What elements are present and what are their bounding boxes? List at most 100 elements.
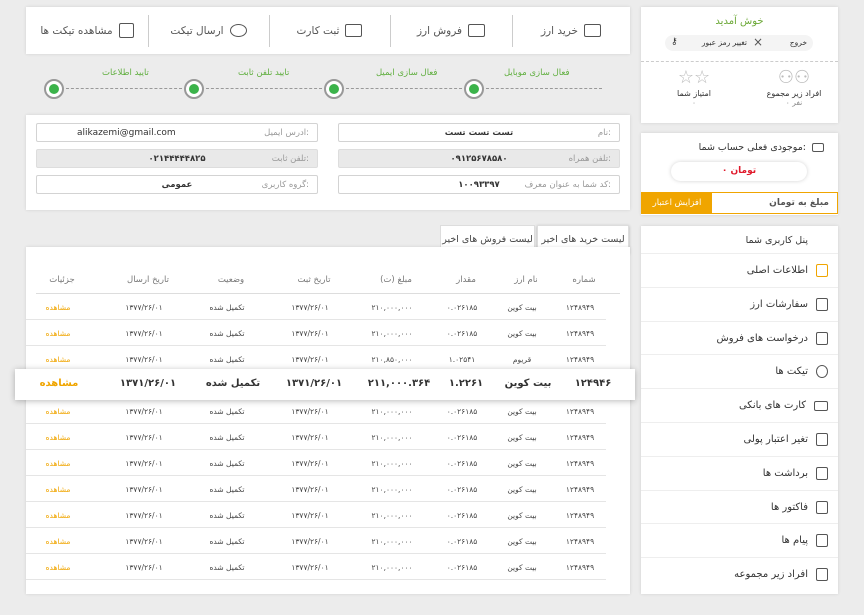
landline-value: ۰۲۱۴۴۴۴۴۸۲۵: [148, 153, 206, 164]
top-up-button[interactable]: افزایش اعتبار: [642, 193, 712, 213]
view-details-link[interactable]: مشاهده: [46, 433, 71, 442]
referral-code-field[interactable]: کد شما به عنوان معرف: ۱۰۰۹۳۳۹۷: [338, 175, 620, 194]
sidebar-item-withdrawals[interactable]: برداشت ها: [641, 455, 838, 490]
points-value: ۰: [691, 98, 697, 107]
balance-card: موجودی فعلی حساب شما: ۰ تومان مبلغ به تو…: [641, 133, 838, 215]
step-dot-confirm-info: [44, 79, 64, 99]
chat-bubble-icon: [816, 365, 828, 379]
credit-card-icon: [345, 24, 363, 37]
view-details-link[interactable]: مشاهده: [46, 511, 71, 520]
sidebar-item-sell-requests[interactable]: درخواست های فروش: [641, 320, 838, 355]
sidebar-item-tickets[interactable]: تیکت ها: [641, 354, 838, 388]
buy-currency-button[interactable]: خرید ارز: [512, 7, 630, 54]
view-details-link[interactable]: مشاهده: [46, 407, 71, 416]
sidebar-item-label: فاکتور ها: [770, 501, 808, 513]
balance-amount: ۰ تومان: [671, 162, 807, 181]
view-details-link[interactable]: مشاهده: [46, 563, 71, 572]
cell-register-date: ۱۳۷۷/۲۶/۰۱: [291, 511, 329, 520]
cell-status: تکمیل شده: [209, 329, 245, 338]
cell-send-date: ۱۳۷۷/۲۶/۰۱: [125, 303, 163, 312]
step-label-confirm-info: تایید اطلاعات: [102, 68, 149, 78]
table-row[interactable]: ۱۲۴۸۹۴۹ بیت کوین ۰.۰۲۶۱۸۵ ۲۱۰,۰۰۰,۰۰۰ ۱۳۷۷/۲…: [26, 320, 606, 346]
table-row[interactable]: ۱۲۴۸۹۴۹ بیت کوین ۰.۰۲۶۱۸۵ ۲۱۰,۰۰۰,۰۰۰ ۱۳۷۷/۲…: [26, 450, 606, 476]
register-card-button[interactable]: ثبت کارت: [269, 7, 390, 54]
user-group-field[interactable]: گروه کاربری: عمومی: [36, 175, 318, 194]
name-field[interactable]: نام: تست تست تست: [338, 123, 620, 142]
points-label: امتیاز شما: [677, 89, 711, 98]
sidebar-item-bank-cards[interactable]: کارت های بانکی: [641, 388, 838, 422]
table-row[interactable]: ۱۲۴۸۹۴۹ بیت کوین ۰.۰۲۶۱۸۵ ۲۱۰,۰۰۰,۰۰۰ ۱۳۷۷/۲…: [26, 294, 606, 320]
cell-send-date: ۱۳۷۷/۲۶/۰۱: [125, 459, 163, 468]
cell-currency: بیت کوین: [507, 563, 537, 572]
register-card-label: ثبت کارت: [296, 24, 340, 37]
sidebar-item-messages[interactable]: پیام ها: [641, 523, 838, 557]
cell-currency: بیت کوین: [507, 303, 537, 312]
cell-status: تکمیل شده: [209, 563, 245, 572]
referrals-label: افراد زیر مجموع: [766, 89, 822, 98]
sidebar-item-label: سفارشات ارز: [750, 298, 808, 310]
view-details-link[interactable]: مشاهده: [40, 378, 79, 389]
view-details-link[interactable]: مشاهده: [46, 459, 71, 468]
step-label-mobile: فعال سازی موبایل: [504, 68, 570, 78]
cell-register-date: ۱۳۷۷/۲۶/۰۱: [291, 563, 329, 572]
landline-field: تلفن ثابت: ۰۲۱۴۴۴۴۴۸۲۵: [36, 149, 318, 168]
view-details-link[interactable]: مشاهده: [46, 485, 71, 494]
table-row[interactable]: ۱۲۴۸۹۴۹ بیت کوین ۰.۰۲۶۱۸۵ ۲۱۰,۰۰۰,۰۰۰ ۱۳۷۷/۲…: [26, 528, 606, 554]
cell-send-date: ۱۳۷۷/۲۶/۰۱: [125, 511, 163, 520]
users-icon: [816, 568, 828, 582]
send-ticket-button[interactable]: ارسال تیکت: [148, 7, 269, 54]
table-row[interactable]: ۱۲۴۸۹۴۹ بیت کوین ۰.۰۲۶۱۸۵ ۲۱۰,۰۰۰,۰۰۰ ۱۳۷۷/۲…: [26, 554, 606, 580]
table-row[interactable]: ۱۲۴۸۹۴۹ بیت کوین ۰.۰۲۶۱۸۵ ۲۱۰,۰۰۰,۰۰۰ ۱۳۷۷/۲…: [26, 502, 606, 528]
profile-form: نام: تست تست تست ادرس ایمیل: alikazemi@g…: [26, 115, 630, 210]
change-password-link[interactable]: تغییر رمز عبور: [702, 38, 747, 47]
table-row[interactable]: ۱۲۴۸۹۴۹ بیت کوین ۰.۰۲۶۱۸۵ ۲۱۰,۰۰۰,۰۰۰ ۱۳۷۷/۲…: [26, 476, 606, 502]
email-field[interactable]: ادرس ایمیل: alikazemi@gmail.com: [36, 123, 318, 142]
cell-register-date: ۱۳۷۷/۲۶/۰۱: [291, 329, 329, 338]
view-details-link[interactable]: مشاهده: [46, 303, 71, 312]
sidebar-item-main-info[interactable]: اطلاعات اصلی: [641, 253, 838, 287]
sidebar-item-credit-change[interactable]: تغیر اعتبار پولی: [641, 422, 838, 456]
cell-status: تکمیل شده: [209, 303, 245, 312]
logout-link[interactable]: خروج: [790, 38, 807, 47]
cell-number: ۱۲۴۸۹۴۹: [565, 433, 595, 442]
cell-send-date: ۱۳۷۷/۲۶/۰۱: [125, 407, 163, 416]
column-header: وضعیت: [217, 275, 245, 285]
close-icon[interactable]: ×: [753, 35, 763, 50]
cell-register-date: ۱۳۷۷/۲۶/۰۱: [291, 433, 329, 442]
view-details-link[interactable]: مشاهده: [46, 537, 71, 546]
cell-number: ۱۲۴۸۹۴۹: [565, 459, 595, 468]
sidebar-item-invoices[interactable]: فاکتور ها: [641, 489, 838, 524]
wallet-plus-icon: [584, 24, 602, 37]
email-value: alikazemi@gmail.com: [77, 127, 176, 138]
sidebar-item-referrals[interactable]: افراد زیر مجموعه: [641, 557, 838, 591]
amount-input[interactable]: مبلغ به تومان: [769, 198, 829, 208]
sell-currency-button[interactable]: فروش ارز: [390, 7, 512, 54]
view-details-link[interactable]: مشاهده: [46, 355, 71, 364]
sidebar-item-label: تغیر اعتبار پولی: [743, 434, 809, 445]
cell-currency: بیت کوین: [507, 511, 537, 520]
document-icon: [816, 297, 828, 311]
column-header: تاریخ ارسال: [127, 275, 169, 285]
step-dot-landline: [184, 79, 204, 99]
sidebar-item-label: کارت های بانکی: [738, 400, 806, 412]
step-dot-mobile: [464, 79, 484, 99]
column-header: نام ارز: [514, 275, 538, 285]
sidebar-item-currency-orders[interactable]: سفارشات ارز: [641, 286, 838, 321]
cell-currency: بیت کوین: [507, 459, 537, 468]
view-tickets-button[interactable]: مشاهده تیکت ها: [26, 7, 148, 54]
table-row-highlighted[interactable]: ۱۲۴۹۴۶ بیت کوین ۱.۲۲۶۱ ۲۱۱,۰۰۰.۳۶۴ ۱۳۷۱/…: [15, 369, 635, 400]
cell-price: ۲۱۰,۰۰۰,۰۰۰: [371, 563, 413, 572]
table-row[interactable]: ۱۲۴۸۹۴۹ بیت کوین ۰.۰۲۶۱۸۵ ۲۱۰,۰۰۰,۰۰۰ ۱۳۷۷/۲…: [26, 424, 606, 450]
top-up-form: مبلغ به تومان افزایش اعتبار: [641, 192, 838, 214]
view-details-link[interactable]: مشاهده: [46, 329, 71, 338]
cell-number: ۱۲۴۸۹۴۹: [565, 511, 595, 520]
sidebar-item-label: افراد زیر مجموعه: [734, 569, 808, 581]
column-header: مقدار: [456, 275, 476, 285]
name-value: تست تست تست: [444, 127, 514, 138]
cell-currency: بیت کوین: [507, 537, 537, 546]
sidebar-item-label: تیکت ها: [775, 366, 808, 378]
cell-price: ۲۱۰,۰۰۰,۰۰۰: [371, 407, 413, 416]
table-row[interactable]: ۱۲۴۸۹۴۹ بیت کوین ۰.۰۲۶۱۸۵ ۲۱۰,۰۰۰,۰۰۰ ۱۳۷۷/۲…: [26, 398, 606, 424]
stars-icon: ☆☆: [677, 67, 711, 88]
cell-currency: بیت کوین: [507, 329, 537, 338]
